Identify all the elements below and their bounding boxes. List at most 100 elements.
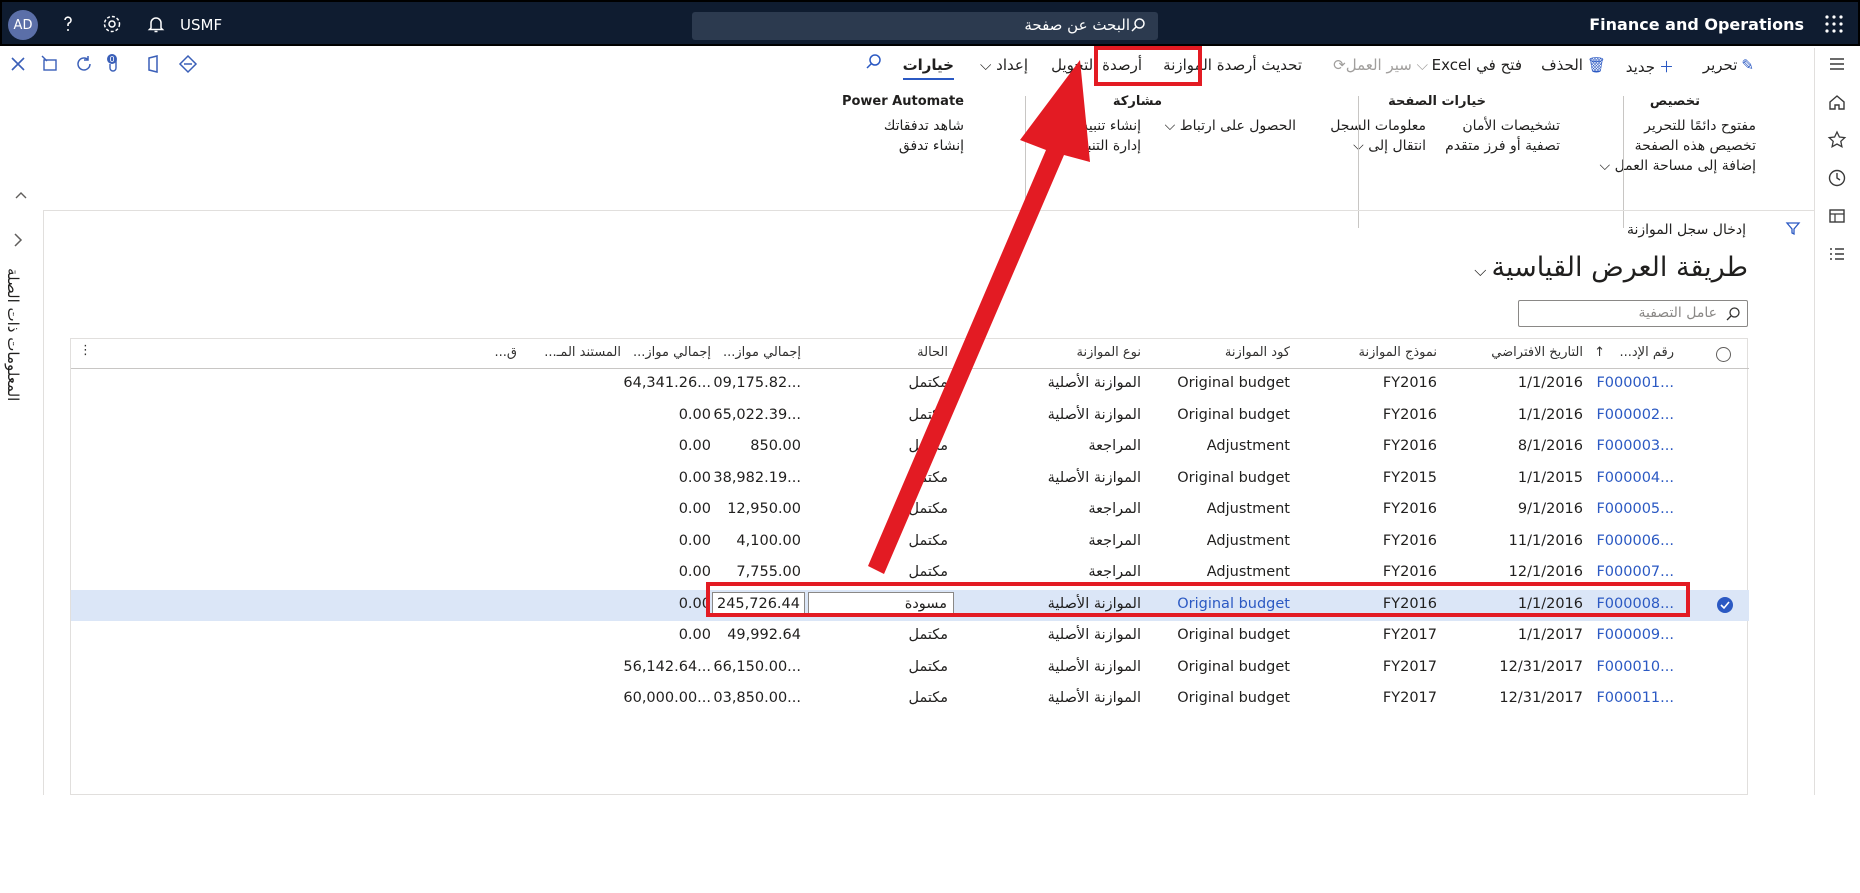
table-row[interactable]: F000006... 11/1/2016 FY2016 Adjustment المرا… — [71, 527, 1749, 558]
cell-number[interactable]: F000006... — [1596, 533, 1674, 549]
table-row[interactable]: F000008... 1/1/2016 FY2016 Original budget ا… — [71, 589, 1749, 621]
cell-total2: 0.00 — [678, 564, 711, 580]
collapse-action-pane-icon[interactable] — [14, 188, 28, 204]
table-row[interactable]: F000003... 8/1/2016 FY2016 Adjustment المراج… — [71, 432, 1749, 463]
cell-total2: 0.00 — [678, 501, 711, 517]
table-row[interactable]: F000011... 12/31/2017 FY2017 Original budge… — [71, 684, 1749, 715]
navigation-bar: AD USMF البحث عن صفحة Finance and Operat… — [0, 0, 1860, 46]
home-icon[interactable] — [1827, 92, 1849, 114]
cell-total1: 4,100.00 — [736, 532, 801, 549]
chevron-down-icon: ⌵ — [1164, 118, 1180, 134]
cell-status: مكتمل — [908, 532, 948, 549]
power-apps-icon[interactable] — [178, 54, 200, 76]
header-source-document[interactable]: المستند المـ... — [544, 345, 621, 360]
cell-number[interactable]: F000009... — [1596, 627, 1674, 643]
search-box[interactable]: البحث عن صفحة — [692, 12, 1158, 40]
view-my-flows-link[interactable]: شاهد تدفقاتك — [884, 118, 964, 134]
cell-number[interactable]: F000010... — [1596, 659, 1674, 675]
cell-type: الموازنة الأصلية — [1047, 690, 1141, 706]
company-selector[interactable]: USMF — [180, 16, 222, 34]
cell-number[interactable]: F000005... — [1596, 501, 1674, 517]
cell-number[interactable]: F000003... — [1596, 438, 1674, 454]
cell-model: FY2016 — [1382, 501, 1437, 517]
notification-bell-icon[interactable] — [146, 14, 166, 34]
table-row[interactable]: F000010... 12/31/2017 FY2017 Original budge… — [71, 653, 1749, 684]
table-row[interactable]: F000002... 1/1/2016 FY2016 Original budget ا… — [71, 401, 1749, 432]
setup-menu[interactable]: إعداد ⌵ — [980, 56, 1028, 74]
row-selected-check-icon[interactable] — [1717, 596, 1733, 613]
related-information-label[interactable]: المعلومات ذات الصلة — [4, 268, 22, 401]
group-title-power-automate: Power Automate — [841, 94, 964, 109]
hamburger-menu-icon[interactable] — [1827, 54, 1849, 76]
column-options-icon[interactable]: ⋮ — [79, 343, 92, 358]
table-row[interactable]: F000007... 12/1/2016 FY2016 Adjustment المرا… — [71, 558, 1749, 589]
cell-number[interactable]: F000011... — [1596, 690, 1674, 706]
update-budget-balances-button[interactable]: تحديث أرصدة الموازنة — [1163, 56, 1302, 74]
expand-factbox-chevron-icon[interactable] — [12, 232, 24, 252]
header-budget-type[interactable]: نوع الموازنة — [1076, 345, 1141, 360]
app-launcher-waffle-icon[interactable] — [1824, 14, 1844, 34]
transfer-balances-button[interactable]: أرصدة التحويل — [1051, 56, 1142, 74]
recent-clock-icon[interactable] — [1827, 168, 1849, 190]
delete-button[interactable]: 🗑الحذف — [1541, 56, 1606, 74]
cell-date: 11/1/2016 — [1508, 532, 1583, 549]
user-avatar[interactable]: AD — [8, 10, 38, 40]
favorites-star-icon[interactable] — [1827, 130, 1849, 152]
manage-alerts-link[interactable]: إدارة التنبيهات — [1059, 138, 1141, 154]
always-open-for-edit-link[interactable]: مفتوح دائمًا للتحرير — [1644, 118, 1756, 134]
help-icon[interactable] — [58, 14, 78, 34]
cell-total1[interactable]: 245,726.44 — [711, 591, 805, 616]
office-icon[interactable] — [144, 54, 166, 76]
header-total-1[interactable]: إجمالي مواز... — [723, 345, 801, 360]
attachments-icon[interactable]: 0 — [104, 52, 126, 74]
header-status[interactable]: الحالة — [917, 345, 948, 360]
cell-total2: 0.00 — [678, 532, 711, 549]
header-total-2[interactable]: إجمالي مواز... — [633, 345, 711, 360]
refresh-icon[interactable] — [74, 54, 96, 76]
go-to-menu[interactable]: انتقال إلى ⌵ — [1353, 138, 1426, 154]
edit-button[interactable]: ✎تحرير — [1703, 56, 1754, 74]
cell-number[interactable]: F000001... — [1596, 375, 1674, 391]
table-row[interactable]: F000001... 1/1/2016 FY2016 Original budget ا… — [71, 369, 1749, 400]
table-row[interactable]: F000004... 1/1/2015 FY2015 Original budget ا… — [71, 464, 1749, 495]
cell-total2: 64,341.26... — [623, 375, 711, 391]
cell-code: Original budget — [1177, 658, 1290, 675]
header-entry-number[interactable]: رقم الإد... — [1620, 345, 1675, 360]
settings-gear-icon[interactable] — [102, 14, 122, 34]
cell-status: مكتمل — [908, 564, 948, 580]
close-icon[interactable] — [8, 54, 30, 76]
modules-list-icon[interactable] — [1827, 244, 1849, 266]
cell-code: Original budget — [1177, 595, 1290, 612]
cell-date: 1/1/2016 — [1517, 406, 1583, 423]
cell-number[interactable]: F000004... — [1596, 470, 1674, 486]
select-all-checkbox[interactable] — [1716, 347, 1731, 362]
detach-window-icon[interactable] — [40, 54, 62, 76]
grid-filter-input[interactable]: عامل التصفية — [1518, 300, 1748, 327]
table-row[interactable]: F000005... 9/1/2016 FY2016 Adjustment المراج… — [71, 495, 1749, 526]
cell-number[interactable]: F000007... — [1596, 564, 1674, 580]
budget-register-grid: رقم الإد... ↑ التاريخ الافتراضي نموذج ال… — [70, 338, 1749, 795]
create-flow-link[interactable]: إنشاء تدفق — [899, 138, 964, 154]
create-alert-link[interactable]: إنشاء تنبيه مخ — [1060, 118, 1141, 134]
header-default-date[interactable]: التاريخ الافتراضي — [1491, 345, 1583, 360]
tab-options[interactable]: خيارات — [902, 56, 954, 80]
header-q[interactable]: ق... — [495, 345, 517, 360]
advanced-filter-sort-link[interactable]: تصفية أو فرز متقدم — [1445, 138, 1560, 154]
view-selector[interactable]: طريقة العرض القياسية ⌵ — [1474, 252, 1748, 283]
cell-status[interactable]: مسودة — [808, 591, 954, 616]
header-budget-model[interactable]: نموذج الموازنة — [1359, 345, 1437, 360]
security-diagnostics-link[interactable]: تشخيصات الأمان — [1462, 118, 1560, 134]
workflow-button[interactable]: ⌵ سير العمل⟳ — [1329, 56, 1428, 74]
table-row[interactable]: F000009... 1/1/2017 FY2017 Original budget ا… — [71, 621, 1749, 652]
filter-pane-icon[interactable] — [1785, 220, 1801, 240]
cell-number[interactable]: F000002... — [1596, 407, 1674, 423]
action-search-icon[interactable] — [864, 52, 884, 76]
record-info-link[interactable]: معلومات السجل — [1330, 118, 1426, 134]
new-button[interactable]: ＋جديد — [1626, 56, 1674, 77]
cell-number[interactable]: F000008... — [1596, 596, 1674, 612]
header-budget-code[interactable]: كود الموازنة — [1225, 345, 1290, 360]
personalize-page-link[interactable]: تخصيص هذه الصفحة — [1635, 138, 1756, 154]
get-link-menu[interactable]: الحصول على ارتباط ⌵ — [1165, 118, 1296, 134]
open-in-excel-button[interactable]: فتح في Excel — [1432, 56, 1522, 74]
workspaces-icon[interactable] — [1827, 206, 1849, 228]
